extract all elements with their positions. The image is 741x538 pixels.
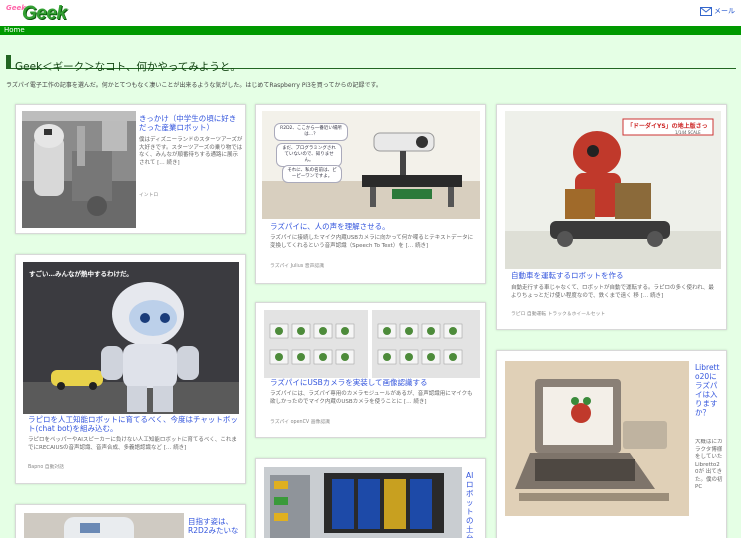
article-thumbnail[interactable]: すごい…みんなが熱中するわけだ。 bbox=[23, 262, 239, 414]
article-thumbnail[interactable]: 「ドーダイYS」の地上版さっ 1/144 SCALE bbox=[505, 111, 721, 269]
speech-bubble: それに、私の名前は、ピーピーワンですよ。 bbox=[282, 165, 342, 183]
article-card[interactable]: 目指す姿は、R2D2みたいな bbox=[15, 504, 246, 538]
section-heading-text: Geek＜ギーク＞なコト、何かやってみようと。 bbox=[15, 61, 241, 73]
mail-icon bbox=[700, 6, 712, 16]
article-title[interactable]: ラズパイに、人の声を理解させる。 bbox=[270, 222, 480, 231]
article-thumbnail[interactable] bbox=[505, 361, 689, 516]
site-logo[interactable]: Geek Geek bbox=[6, 3, 70, 25]
batteries-photo-image bbox=[264, 467, 462, 538]
logo-text: Geek bbox=[22, 3, 67, 24]
article-excerpt: ラズパイには、ラズパイ専用のカメラモジュールがあるが、音声認識用にマイクも欲しか… bbox=[270, 391, 473, 405]
article-tags[interactable]: ラズパイ Julius 音声認識 bbox=[270, 262, 324, 269]
speech-bubble: まだ、プログラミングされていないので、知りません。 bbox=[276, 143, 342, 167]
camera-capture-photo-image bbox=[264, 310, 480, 378]
nav-bar: Home bbox=[0, 26, 741, 35]
article-card[interactable]: きっかけ（中学生の頃に好きだった産業ロボット） 僕はディズニーランドのスターツア… bbox=[15, 104, 246, 234]
site-header: Geek Geek メール bbox=[0, 0, 741, 26]
photo-sign-text: 「ドーダイYS」の地上版さっ bbox=[627, 123, 708, 130]
speech-bubble: R2D2、ここから一番近い場所は…？ bbox=[274, 123, 348, 141]
white-robot-photo-image bbox=[23, 262, 239, 414]
libretto-photo-image bbox=[505, 361, 689, 516]
photo-sign-subtext: 1/144 SCALE bbox=[675, 130, 701, 135]
section-heading: Geek＜ギーク＞なコト、何かやってみようと。 bbox=[6, 55, 736, 73]
r2d2-photo-image bbox=[24, 513, 184, 538]
article-thumbnail[interactable] bbox=[264, 467, 462, 538]
article-card[interactable]: 「ドーダイYS」の地上版さっ 1/144 SCALE 自動車を運転するロボットを… bbox=[496, 104, 727, 330]
page: Geek Geek メール Home Geek＜ギーク＞なコト、何かやってみよう… bbox=[0, 0, 741, 538]
article-excerpt: 自動走行する車じゃなくて、ロボットが自動で運転する。ラピロの多く使われ、最よりち… bbox=[511, 285, 714, 299]
article-thumbnail[interactable]: R2D2、ここから一番近い場所は…？ まだ、プログラミングされていないので、知り… bbox=[262, 111, 480, 219]
article-tags[interactable]: イントロ bbox=[139, 191, 158, 198]
article-thumbnail[interactable] bbox=[22, 111, 136, 228]
article-tags[interactable]: ラピロ 自動運転 トラック＆ホイールセット bbox=[511, 310, 605, 317]
article-card[interactable]: Libretto20にラズパイは入りますか？ 大概はにカラクタ博様をしていた L… bbox=[496, 350, 727, 538]
article-title[interactable]: きっかけ（中学生の頃に好きだった産業ロボット） bbox=[139, 114, 243, 132]
article-title[interactable]: 目指す姿は、R2D2みたいな bbox=[188, 517, 240, 535]
article-excerpt: ラピロをペッパーやAIスピーカーに負けない人工知能ロボットに育てるべく、これまで… bbox=[28, 437, 237, 451]
robot-photo-image bbox=[22, 111, 136, 228]
article-card[interactable]: AIロボットの土台 bbox=[255, 458, 486, 538]
article-tags[interactable]: ラズパイ openCV 画像認識 bbox=[270, 418, 330, 425]
nav-home-link[interactable]: Home bbox=[4, 26, 25, 35]
article-title[interactable]: ラズパイにUSBカメラを実装して画像認識する bbox=[270, 378, 480, 387]
article-title[interactable]: 自動車を運転するロボットを作る bbox=[511, 271, 721, 280]
photo-caption: すごい…みんなが熱中するわけだ。 bbox=[29, 270, 133, 278]
article-card[interactable]: すごい…みんなが熱中するわけだ。 ラピロを人工知能ロボットに育てるべく、今度はチ… bbox=[15, 254, 246, 484]
article-card[interactable]: R2D2、ここから一番近い場所は…？ まだ、プログラミングされていないので、知り… bbox=[255, 104, 486, 284]
mail-label: メール bbox=[714, 7, 735, 15]
article-title[interactable]: ラピロを人工知能ロボットに育てるべく、今度はチャットボット(chat bot)を… bbox=[28, 415, 242, 433]
article-card[interactable]: ラズパイにUSBカメラを実装して画像認識する ラズパイには、ラズパイ専用のカメラ… bbox=[255, 302, 486, 438]
article-tags[interactable]: Bapno 自動対話 bbox=[28, 463, 64, 470]
article-title[interactable]: AIロボットの土台 bbox=[466, 471, 480, 538]
article-thumbnail[interactable] bbox=[24, 513, 184, 538]
mail-link[interactable]: メール bbox=[700, 6, 735, 16]
article-excerpt: 僕はディズニーランドのスターツアーズが大好きです。スターツアーズの乗り物ではなく… bbox=[139, 137, 243, 166]
article-title[interactable]: Libretto20にラズパイは入りますか？ bbox=[695, 363, 723, 417]
article-thumbnail[interactable] bbox=[264, 310, 480, 378]
article-excerpt: 大概はにカラクタ博様をしていた Libretto20が 出てきた。僕の初PC bbox=[695, 439, 723, 490]
article-excerpt: ラズパイに接続したマイク内蔵USBカメラに向かって何か喋るとテキストデータに変換… bbox=[270, 235, 474, 249]
intro-text: ラズパイ電子工作の記事を選んだ。何かとてつもなく凄いことが出来るような気がした。… bbox=[6, 82, 382, 89]
